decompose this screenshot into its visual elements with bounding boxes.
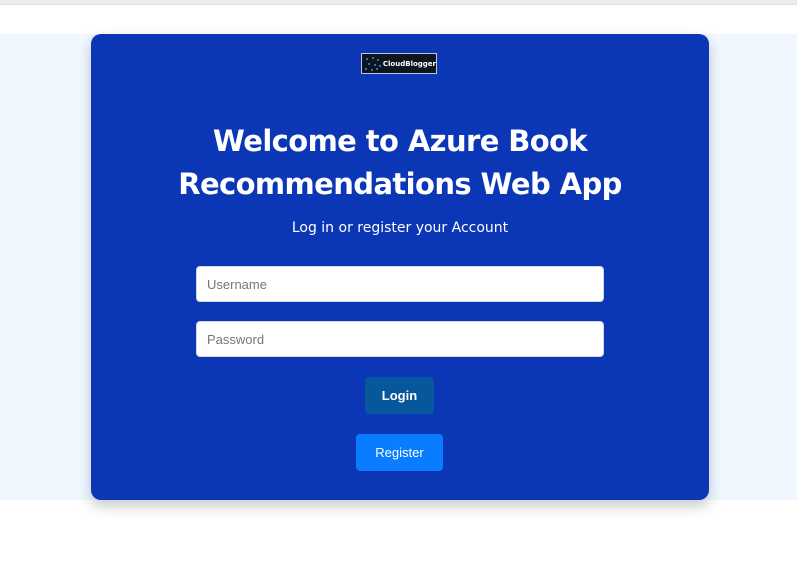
logo-text: CloudBlogger bbox=[382, 59, 436, 68]
cloud-blogger-logo-icon bbox=[364, 56, 381, 71]
login-card: CloudBlogger Welcome to Azure Book Recom… bbox=[91, 34, 709, 500]
page-title: Welcome to Azure Book Recommendations We… bbox=[178, 124, 622, 201]
password-input[interactable] bbox=[196, 321, 604, 357]
username-input[interactable] bbox=[196, 266, 604, 302]
cloud-blogger-logo: CloudBlogger bbox=[361, 53, 437, 74]
login-button[interactable]: Login bbox=[365, 377, 434, 414]
browser-top-border bbox=[0, 0, 797, 5]
register-button[interactable]: Register bbox=[356, 434, 443, 471]
page-subtitle: Log in or register your Account bbox=[291, 220, 509, 236]
